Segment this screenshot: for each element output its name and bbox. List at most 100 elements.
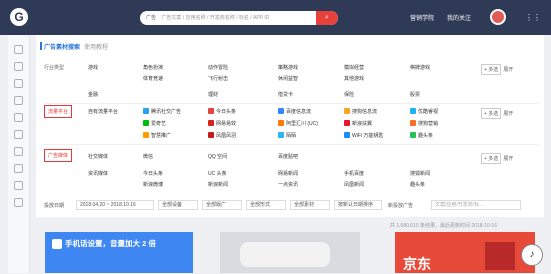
apps-grid-icon[interactable]: ⋮⋮ <box>525 14 541 22</box>
user-avatar[interactable] <box>490 9 506 25</box>
qutoutiao-icon <box>410 132 416 138</box>
sidebar-help-icon[interactable] <box>14 198 23 207</box>
industry-action[interactable]: 动作冒险 <box>208 64 228 71</box>
tutorial-link[interactable]: 使用教程 <box>84 45 108 51</box>
traffic-netease[interactable]: 网易易效 <box>208 120 236 127</box>
traffic-qutoutiao[interactable]: 趣头条 <box>410 132 433 139</box>
industry-credit[interactable]: 借贷卡 <box>278 91 293 98</box>
sogou-icon <box>344 108 350 114</box>
traffic-sina[interactable]: 新浪扶翼 <box>344 120 372 127</box>
copy-search-input[interactable]: 文案/应用/开发商/标... <box>431 200 521 210</box>
device-select[interactable]: 全部设备 <box>158 200 198 210</box>
traffic-sogou[interactable]: 搜狗信息流 <box>344 108 377 115</box>
media-sina-news[interactable]: 新浪新闻 <box>208 181 228 188</box>
media-uc[interactable]: UC 头条 <box>208 170 227 177</box>
traffic-momo[interactable]: 陌陌 <box>278 132 296 139</box>
ad-card[interactable] <box>220 232 360 273</box>
filter-bar: 投放日期 2018.04.20 ~ 2018.10.16 全部设备 全部版广 全… <box>36 196 544 214</box>
new-ad-toggle[interactable]: 新投放广告 <box>388 202 413 209</box>
search-type-select[interactable]: 广告 <box>146 15 156 21</box>
date-range-picker[interactable]: 2018.04.20 ~ 2018.10.16 <box>76 200 154 210</box>
industry-shooter[interactable]: 飞行射击 <box>208 75 228 82</box>
results-count: 共 1,680,610 条结果，最后更新时间 2018-10-16 <box>390 223 497 229</box>
traffic-iqiyi[interactable]: 爱奇艺 <box>143 120 166 127</box>
sidebar-star-icon[interactable] <box>14 130 23 139</box>
wifi-icon <box>344 132 350 138</box>
microphone-icon[interactable]: ♪ <box>521 244 543 266</box>
left-sidebar <box>8 35 30 273</box>
divider <box>44 144 539 145</box>
industry-other-game[interactable]: 其他游戏 <box>344 75 364 82</box>
media-wechat[interactable]: 微信 <box>143 153 153 160</box>
traffic-own-platform[interactable]: 自有流量平台 <box>88 108 118 115</box>
ad-search-panel: 广告素材搜索 使用教程 行业类型 游戏 角色扮演 动作冒险 策略游戏 模拟经营 棋… <box>36 35 544 217</box>
media-expand[interactable]: 展开 <box>503 156 513 162</box>
format-select[interactable]: 全部形式 <box>246 200 286 210</box>
industry-chess[interactable]: 棋牌游戏 <box>410 64 430 71</box>
media-qzone[interactable]: QQ 空间 <box>208 153 227 160</box>
media-weibo[interactable]: 新浪微博 <box>143 181 163 188</box>
traffic-uc[interactable]: 阿里汇川 (UC) <box>278 120 318 127</box>
ad-type-select[interactable]: 全部版广 <box>202 200 242 210</box>
media-qutoutiao[interactable]: 趣头条 <box>410 181 425 188</box>
media-social[interactable]: 社交媒体 <box>88 153 108 160</box>
industry-wealth[interactable]: 理财 <box>208 91 218 98</box>
traffic-tencent[interactable]: 腾讯社交广告 <box>143 108 181 115</box>
industry-finance[interactable]: 金融 <box>88 91 98 98</box>
media-toutiao[interactable]: 今日头条 <box>143 170 163 177</box>
media-ifeng[interactable]: 凤凰新闻 <box>344 181 364 188</box>
sidebar-list-icon[interactable] <box>14 62 23 71</box>
media-baidu[interactable]: 手机百度 <box>344 170 364 177</box>
sidebar-folder-icon[interactable] <box>14 113 23 122</box>
ifeng-icon <box>208 132 214 138</box>
top-navigation-bar: G 广告 广告文案 / 应用名称 / 开发商名称 / 标名 / APP ID ⌕… <box>0 0 551 35</box>
nav-my-follow[interactable]: 我的关注 <box>447 13 471 22</box>
global-search[interactable]: 广告 广告文案 / 应用名称 / 开发商名称 / 标名 / APP ID ⌕ <box>140 11 338 25</box>
traffic-toutiao[interactable]: 今日头条 <box>208 108 236 115</box>
industry-sports[interactable]: 体育竞速 <box>143 75 163 82</box>
industry-casual[interactable]: 休闲益智 <box>278 75 298 82</box>
media-multi-select[interactable]: + 多选 展开 <box>481 153 513 164</box>
material-select[interactable]: 全部素材 <box>290 200 330 210</box>
industry-sim[interactable]: 模拟经营 <box>344 64 364 71</box>
traffic-smart[interactable]: 智慧推广 <box>143 132 171 139</box>
traffic-wifi[interactable]: WiFi 万能钥匙 <box>344 132 383 139</box>
traffic-multi-select[interactable]: + 多选 展开 <box>481 108 513 119</box>
traffic-baidu[interactable]: 百度信息流 <box>278 108 311 115</box>
industry-strategy[interactable]: 策略游戏 <box>278 64 298 71</box>
media-news[interactable]: 资讯媒体 <box>88 170 108 177</box>
media-netease[interactable]: 网易新闻 <box>278 170 298 177</box>
traffic-sogou-marketing[interactable]: 搜狗营销 <box>410 120 438 127</box>
media-tieba[interactable]: 百度贴吧 <box>278 153 298 160</box>
industry-rpg[interactable]: 角色扮演 <box>143 64 163 71</box>
sidebar-clock-icon[interactable] <box>14 164 23 173</box>
app-logo[interactable]: G <box>10 8 28 26</box>
media-yidian[interactable]: 一点资讯 <box>278 181 298 188</box>
ad-card[interactable]: 京东 <box>395 232 535 273</box>
search-button[interactable]: ⌕ <box>316 11 338 25</box>
sort-select[interactable]: 按新认日期排序 <box>334 200 382 210</box>
sidebar-user-icon[interactable] <box>14 96 23 105</box>
ad-card[interactable]: 手机话设置，音量加大 2 倍 <box>45 232 193 273</box>
sidebar-chart-icon[interactable] <box>14 79 23 88</box>
traffic-platform-label: 流量平台 <box>44 105 73 118</box>
traffic-ifeng[interactable]: 凤凰凤羽 <box>208 132 236 139</box>
nav-marketing-academy[interactable]: 营销学院 <box>410 13 434 22</box>
industry-game[interactable]: 游戏 <box>88 64 98 71</box>
youku-icon <box>410 108 416 114</box>
product-image <box>240 242 330 267</box>
industry-expand[interactable]: 展开 <box>503 67 513 73</box>
sidebar-home-icon[interactable] <box>14 45 23 54</box>
traffic-expand[interactable]: 展开 <box>503 111 513 117</box>
search-input[interactable]: 广告文案 / 应用名称 / 开发商名称 / 标名 / APP ID <box>161 15 269 21</box>
industry-multi-select[interactable]: + 多选 展开 <box>481 64 513 75</box>
media-sohu[interactable]: 搜狐新闻 <box>410 170 430 177</box>
industry-insurance[interactable]: 保险 <box>344 91 354 98</box>
sidebar-settings-icon[interactable] <box>14 181 23 190</box>
baidu-icon <box>278 108 284 114</box>
toutiao-icon <box>208 108 214 114</box>
traffic-youku[interactable]: 优酷睿视 <box>410 108 438 115</box>
sidebar-tag-icon[interactable] <box>14 147 23 156</box>
industry-stock[interactable]: 股票 <box>410 91 420 98</box>
momo-icon <box>278 132 284 138</box>
